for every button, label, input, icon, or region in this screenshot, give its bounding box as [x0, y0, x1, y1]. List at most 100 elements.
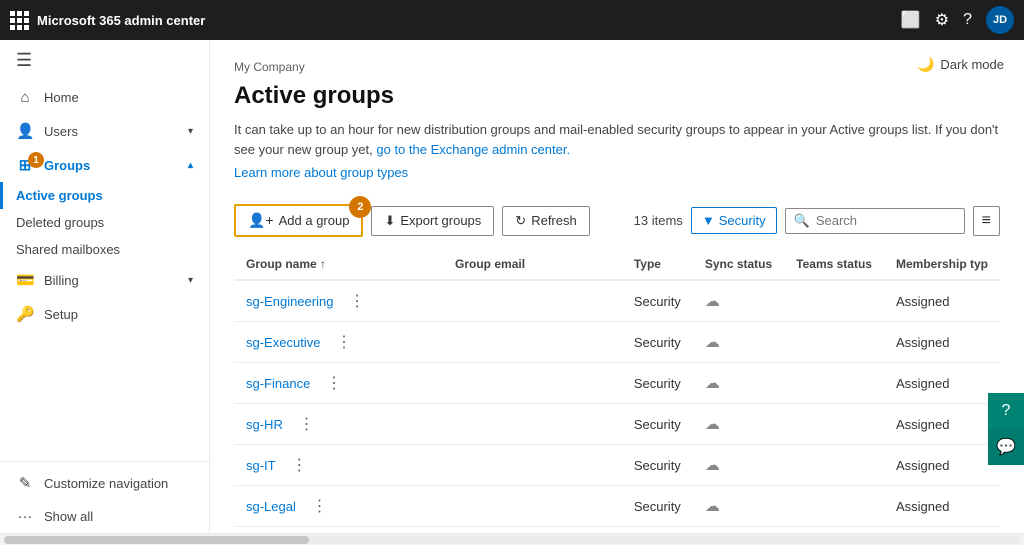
cell-group-name[interactable]: sg-Executive ⋮ — [234, 322, 443, 363]
export-icon: ⬇ — [384, 213, 395, 229]
sidebar-item-billing[interactable]: 💳 Billing ▾ — [0, 263, 209, 297]
cell-teams — [784, 363, 884, 404]
cell-email — [443, 404, 622, 445]
row-menu-button[interactable]: ⋮ — [287, 457, 311, 474]
col-teams-status[interactable]: Teams status — [784, 249, 884, 280]
help-chat-button[interactable]: ? — [988, 393, 1024, 429]
active-groups-label: Active groups — [16, 188, 103, 203]
col-membership-type[interactable]: Membership typ — [884, 249, 1000, 280]
cell-teams — [784, 527, 884, 534]
cell-group-name[interactable]: sg-IT ⋮ — [234, 445, 443, 486]
sidebar-item-setup[interactable]: 🔑 Setup — [0, 297, 209, 331]
table-row[interactable]: sg-HR ⋮ Security ☁ Assigned — [234, 404, 1000, 445]
setup-icon: 🔑 — [16, 305, 34, 323]
search-input[interactable] — [816, 213, 956, 228]
sidebar-item-show-all[interactable]: ··· Show all — [0, 500, 209, 533]
row-menu-button[interactable]: ⋮ — [308, 498, 332, 515]
refresh-button[interactable]: ↻ Refresh — [502, 206, 589, 236]
table-row[interactable]: sg-Engineering ⋮ Security ☁ Assigned — [234, 280, 1000, 322]
topbar-right: ⬜ ⚙ ? JD — [901, 6, 1014, 34]
scrollbar-thumb[interactable] — [4, 536, 309, 544]
row-menu-button[interactable]: ⋮ — [332, 334, 356, 351]
groups-icon: ⊞ 1 — [16, 156, 34, 174]
add-group-button[interactable]: 👤+ Add a group — [234, 204, 363, 237]
chevron-down-icon: ▾ — [188, 275, 193, 286]
group-name-link[interactable]: sg-Legal — [246, 499, 296, 514]
dark-mode-label: Dark mode — [940, 57, 1004, 72]
table-row[interactable]: sg-Executive ⋮ Security ☁ Assigned — [234, 322, 1000, 363]
sync-icon: ☁ — [705, 293, 720, 310]
group-name-link[interactable]: sg-Engineering — [246, 294, 333, 309]
exchange-admin-link[interactable]: go to the Exchange admin center. — [376, 142, 570, 157]
sync-icon: ☁ — [705, 416, 720, 433]
search-box[interactable]: 🔍 — [785, 208, 965, 234]
help-icon[interactable]: ? — [963, 11, 972, 29]
sidebar-item-users[interactable]: 👤 Users ▾ — [0, 114, 209, 148]
cell-type: Security — [622, 445, 693, 486]
items-count: 13 items — [634, 213, 683, 228]
sidebar-item-shared-mailboxes[interactable]: Shared mailboxes — [0, 236, 209, 263]
row-menu-button[interactable]: ⋮ — [345, 293, 369, 310]
groups-table: Group name ↑ Group email Type Sync statu… — [234, 249, 1000, 533]
sidebar-item-deleted-groups[interactable]: Deleted groups — [0, 209, 209, 236]
cell-group-name[interactable]: sg-Finance ⋮ — [234, 363, 443, 404]
chevron-down-icon: ▾ — [188, 126, 193, 137]
groups-badge: 1 — [28, 152, 44, 168]
sidebar-item-active-groups[interactable]: Active groups — [0, 182, 209, 209]
monitor-icon[interactable]: ⬜ — [901, 10, 921, 30]
group-name-link[interactable]: sg-Executive — [246, 335, 320, 350]
row-menu-button[interactable]: ⋮ — [322, 375, 346, 392]
main-content: 🌙 Dark mode My Company Active groups It … — [210, 40, 1024, 533]
topbar: Microsoft 365 admin center ⬜ ⚙ ? JD — [0, 0, 1024, 40]
cell-email — [443, 527, 622, 534]
toolbar-menu-button[interactable]: ≡ — [973, 206, 1000, 236]
cell-group-name[interactable]: sg-Engineering ⋮ — [234, 280, 443, 322]
moon-icon: 🌙 — [917, 56, 934, 73]
group-name-link[interactable]: sg-HR — [246, 417, 283, 432]
group-name-link[interactable]: sg-IT — [246, 458, 276, 473]
sync-icon: ☁ — [705, 334, 720, 351]
sync-icon: ☁ — [705, 375, 720, 392]
cell-group-name[interactable]: sg-HR ⋮ — [234, 404, 443, 445]
learn-more-link[interactable]: Learn more about group types — [234, 165, 408, 180]
col-type[interactable]: Type — [622, 249, 693, 280]
show-all-icon: ··· — [16, 508, 34, 525]
table-row[interactable]: sg-Finance ⋮ Security ☁ Assigned — [234, 363, 1000, 404]
filter-button[interactable]: ▼ Security — [691, 207, 777, 234]
feedback-button[interactable]: 💬 — [988, 429, 1024, 465]
sidebar-item-groups[interactable]: ⊞ 1 Groups ▴ — [0, 148, 209, 182]
sidebar-item-customize-nav[interactable]: ✎ Customize navigation — [0, 466, 209, 500]
cell-email — [443, 363, 622, 404]
cell-group-name[interactable]: sg-Legal ⋮ — [234, 486, 443, 527]
cell-teams — [784, 322, 884, 363]
table-row[interactable]: sg-Operations ⋮ Security ☁ Assigned — [234, 527, 1000, 534]
add-group-label: Add a group — [279, 213, 350, 228]
export-groups-button[interactable]: ⬇ Export groups — [371, 206, 494, 236]
cell-sync: ☁ — [693, 445, 784, 486]
dark-mode-toggle[interactable]: 🌙 Dark mode — [917, 56, 1004, 73]
col-group-email[interactable]: Group email — [443, 249, 622, 280]
user-avatar[interactable]: JD — [986, 6, 1014, 34]
cell-sync: ☁ — [693, 363, 784, 404]
table-row[interactable]: sg-IT ⋮ Security ☁ Assigned — [234, 445, 1000, 486]
cell-type: Security — [622, 322, 693, 363]
sidebar-hamburger[interactable]: ☰ — [0, 40, 209, 81]
refresh-icon: ↻ — [515, 213, 526, 229]
sidebar-item-home[interactable]: ⌂ Home — [0, 81, 209, 114]
settings-icon[interactable]: ⚙ — [935, 10, 949, 30]
cell-teams — [784, 486, 884, 527]
cell-type: Security — [622, 404, 693, 445]
group-name-link[interactable]: sg-Finance — [246, 376, 310, 391]
col-group-name[interactable]: Group name ↑ — [234, 249, 443, 280]
table-row[interactable]: sg-Legal ⋮ Security ☁ Assigned — [234, 486, 1000, 527]
row-menu-button[interactable]: ⋮ — [294, 416, 318, 433]
cell-membership: Assigned — [884, 363, 1000, 404]
col-sync-status[interactable]: Sync status — [693, 249, 784, 280]
toolbar-right: 13 items ▼ Security 🔍 ≡ — [634, 206, 1000, 236]
search-icon: 🔍 — [794, 213, 810, 229]
floating-actions: ? 💬 — [988, 393, 1024, 465]
info-text: It can take up to an hour for new distri… — [234, 120, 1000, 159]
filter-label: Security — [719, 213, 766, 228]
cell-group-name[interactable]: sg-Operations ⋮ — [234, 527, 443, 534]
horizontal-scrollbar[interactable] — [0, 533, 1024, 545]
